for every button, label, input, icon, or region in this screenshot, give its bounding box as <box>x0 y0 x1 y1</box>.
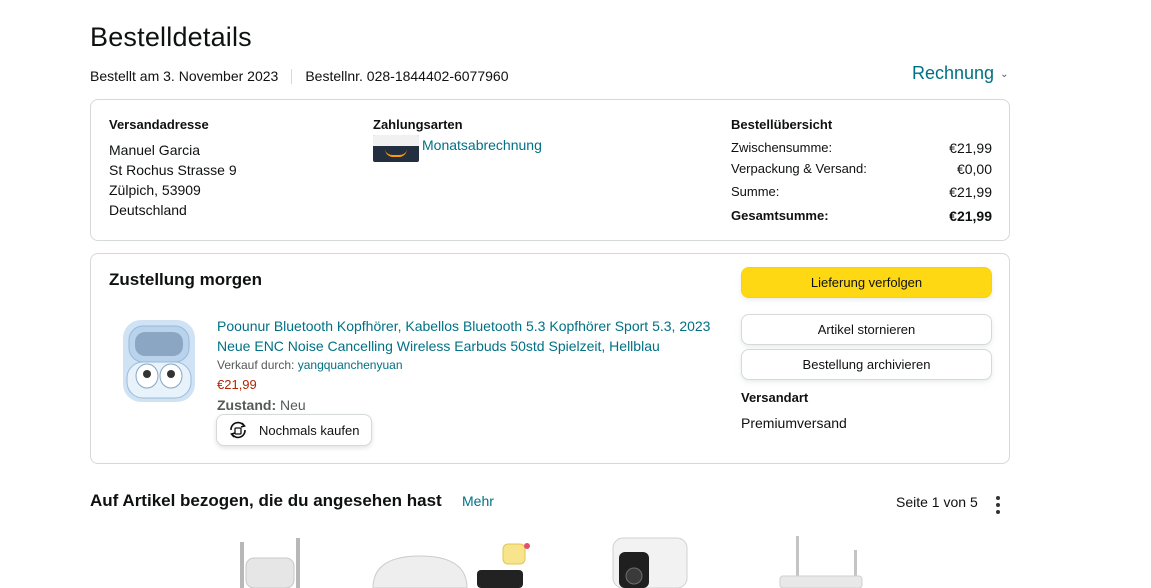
grand-total-label: Gesamtsumme: <box>731 208 829 223</box>
shipping-cost-row: Verpackung & Versand: €0,00 <box>731 161 992 177</box>
seller-link[interactable]: yangquanchenyuan <box>298 358 403 372</box>
sold-by-label: Verkauf durch: <box>217 358 295 372</box>
address-street: St Rochus Strasse 9 <box>109 162 237 178</box>
sold-by: Verkauf durch: yangquanchenyuan <box>217 358 403 372</box>
product-image[interactable] <box>119 316 199 406</box>
recommendation-item-camera-4[interactable] <box>770 532 870 588</box>
address-name: Manuel Garcia <box>109 142 201 158</box>
condition-label: Zustand: <box>217 397 277 413</box>
recommendation-item-camera-3[interactable] <box>605 532 695 588</box>
amazon-payment-logo-icon <box>373 135 419 162</box>
order-summary-card: Versandadresse Manuel Garcia St Rochus S… <box>90 99 1010 241</box>
cancel-items-button[interactable]: Artikel stornieren <box>741 314 992 345</box>
subtotal-label: Zwischensumme: <box>731 140 833 155</box>
sum-label: Summe: <box>731 184 780 199</box>
shipping-cost-label: Verpackung & Versand: <box>731 161 867 176</box>
sum-value: €21,99 <box>949 184 992 200</box>
page-title: Bestelldetails <box>90 22 252 52</box>
payment-method-link[interactable]: Monatsabrechnung <box>422 137 542 153</box>
invoice-label: Rechnung <box>912 63 995 83</box>
shipping-type-value: Premiumversand <box>741 415 847 431</box>
buy-again-label: Nochmals kaufen <box>259 422 360 438</box>
carousel-page-indicator: Seite 1 von 5 <box>896 494 978 510</box>
shipping-type-heading: Versandart <box>741 390 809 405</box>
order-date: Bestellt am 3. November 2023 <box>90 68 279 84</box>
recommendation-item-camera-2[interactable] <box>365 532 535 588</box>
product-price: €21,99 <box>217 377 257 392</box>
order-number: Bestellnr. 028-1844402-6077960 <box>305 68 509 84</box>
order-overview-heading: Bestellübersicht <box>731 117 833 132</box>
track-package-button[interactable]: Lieferung verfolgen <box>741 267 992 298</box>
condition-value: Neu <box>280 397 306 413</box>
shipping-address: Manuel Garcia St Rochus Strasse 9 Zülpic… <box>109 140 237 220</box>
shipping-cost-value: €0,00 <box>956 161 992 177</box>
subtotal-value: €21,99 <box>949 140 992 156</box>
sum-row: Summe: €21,99 <box>731 184 992 200</box>
delivery-card: Zustellung morgen Poounur Bluetooth Kopf… <box>90 253 1010 464</box>
delivery-status: Zustellung morgen <box>109 270 262 289</box>
recommendation-item-camera-1[interactable] <box>220 532 320 588</box>
buy-again-button[interactable]: Nochmals kaufen <box>216 414 372 446</box>
address-city: Zülpich, 53909 <box>109 182 201 198</box>
payment-heading: Zahlungsarten <box>373 117 463 132</box>
meta-divider <box>291 68 293 84</box>
archive-order-button[interactable]: Bestellung archivieren <box>741 349 992 380</box>
invoice-dropdown[interactable]: Rechnung ⌄ <box>912 63 1008 84</box>
recommendations-more-link[interactable]: Mehr <box>462 493 494 509</box>
condition: Zustand: Neu <box>217 397 306 413</box>
subtotal-row: Zwischensumme: €21,99 <box>731 140 992 156</box>
recommendations-title: Auf Artikel bezogen, die du angesehen ha… <box>90 491 442 510</box>
grand-total-value: €21,99 <box>949 208 992 224</box>
order-meta: Bestellt am 3. November 2023 Bestellnr. … <box>90 68 509 84</box>
grand-total-row: Gesamtsumme: €21,99 <box>731 208 992 224</box>
chevron-down-icon: ⌄ <box>1000 69 1009 80</box>
shipping-address-heading: Versandadresse <box>109 117 209 132</box>
buy-again-icon <box>230 421 246 439</box>
product-title-link[interactable]: Poounur Bluetooth Kopfhörer, Kabellos Bl… <box>217 316 712 356</box>
address-country: Deutschland <box>109 202 187 218</box>
more-options-icon[interactable] <box>988 493 1008 517</box>
